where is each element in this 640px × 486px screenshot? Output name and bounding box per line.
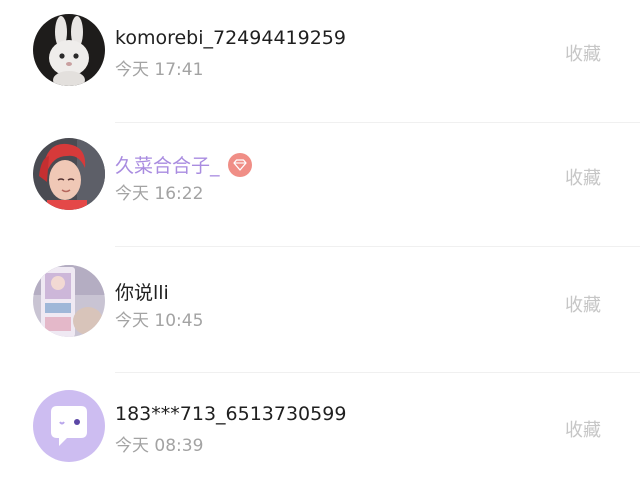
divider [115, 122, 640, 123]
timestamp: 今天 16:22 [115, 184, 204, 204]
favorite-button[interactable]: 收藏 [565, 40, 601, 66]
list-item[interactable]: 183***713_6513730599 今天 08:39 收藏 [0, 376, 640, 486]
username[interactable]: 久菜合合子_ [115, 151, 252, 178]
username[interactable]: 你说lli [115, 278, 169, 305]
username-text[interactable]: 久菜合合子_ [115, 151, 220, 178]
username[interactable]: komorebi_72494419259 [115, 27, 346, 49]
purple-chat-bubble-avatar[interactable] [33, 390, 105, 462]
list-item[interactable]: komorebi_72494419259 今天 17:41 收藏 [0, 0, 640, 110]
favorites-list: komorebi_72494419259 今天 17:41 收藏 久菜合合子_ [0, 0, 640, 475]
diamond-icon [227, 152, 252, 177]
photo-card-avatar[interactable] [33, 265, 105, 337]
red-hair-person-avatar[interactable] [33, 138, 105, 210]
timestamp: 今天 08:39 [115, 436, 204, 456]
timestamp: 今天 17:41 [115, 60, 204, 80]
username[interactable]: 183***713_6513730599 [115, 403, 346, 425]
divider [115, 372, 640, 373]
favorite-button[interactable]: 收藏 [565, 164, 601, 190]
list-item[interactable]: 久菜合合子_ 今天 16:22 收藏 [0, 124, 640, 234]
favorite-button[interactable]: 收藏 [565, 291, 601, 317]
white-plush-bunny-avatar[interactable] [33, 14, 105, 86]
list-item[interactable]: 你说lli 今天 10:45 收藏 [0, 251, 640, 361]
timestamp: 今天 10:45 [115, 311, 204, 331]
favorite-button[interactable]: 收藏 [565, 416, 601, 442]
divider [115, 246, 640, 247]
